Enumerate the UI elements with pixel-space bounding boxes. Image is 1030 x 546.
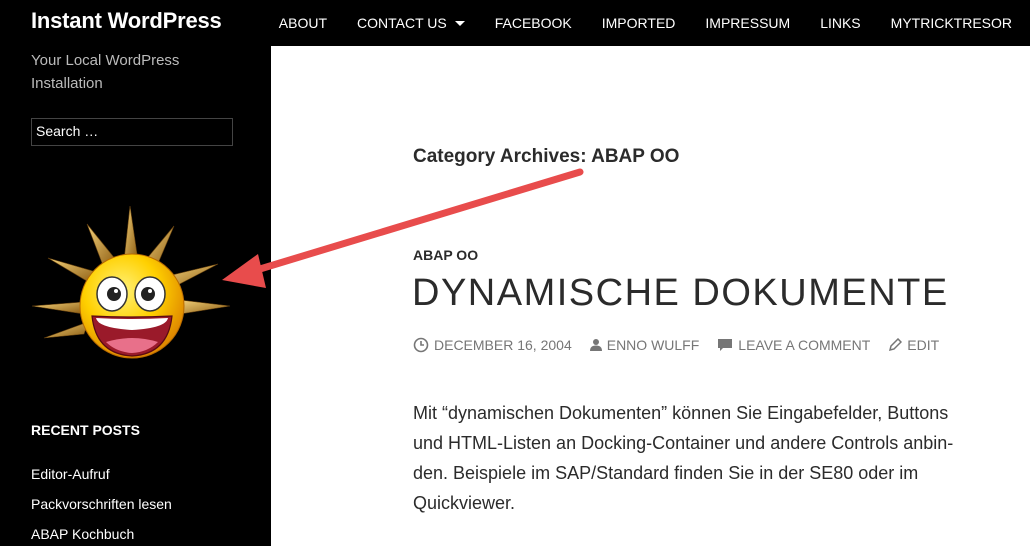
post-author[interactable]: ENNO WULFF — [589, 337, 700, 353]
user-icon — [589, 339, 602, 351]
main-nav: ABOUT CONTACT US FACEBOOK IMPORTED IMPRE… — [249, 0, 1030, 46]
sidebar: Your Local WordPress Installation Search… — [0, 46, 271, 546]
nav-label: ABOUT — [278, 15, 327, 31]
leave-comment-link[interactable]: LEAVE A COMMENT — [717, 337, 870, 353]
nav-item-impressum[interactable]: IMPRESSUM — [705, 15, 790, 31]
excerpt-line: Quickviewer. — [413, 493, 516, 513]
nav-item-mytricktresor[interactable]: MYTRICKTRESOR — [891, 15, 1012, 31]
site-title[interactable]: Instant WordPress — [31, 8, 222, 34]
main-content: Category Archives: ABAP OO ABAP OO DYNAM… — [271, 46, 1030, 546]
edit-label: EDIT — [907, 337, 940, 353]
nav-label: FACEBOOK — [494, 15, 572, 31]
nav-item-links[interactable]: LINKS — [820, 15, 860, 31]
clock-icon — [413, 337, 429, 353]
nav-item-about[interactable]: ABOUT — [279, 15, 327, 31]
excerpt-line: den. Beispiele im SAP/Standard finden Si… — [413, 463, 919, 483]
post-meta: DECEMBER 16, 2004 ENNO WULFF LEAVE A COM… — [413, 337, 957, 353]
recent-post-link[interactable]: Editor-Aufruf — [31, 466, 172, 496]
chevron-down-icon — [454, 20, 465, 26]
leave-comment-label: LEAVE A COMMENT — [738, 337, 871, 353]
smiley-sun-icon — [31, 206, 231, 359]
post-excerpt: Mit “dynamischen Dokumenten” können Sie … — [413, 398, 1013, 518]
archive-title: Category Archives: ABAP OO — [413, 146, 680, 167]
excerpt-line: Mit “dynamischen Dokumenten” können Sie … — [413, 403, 949, 423]
recent-post-link[interactable]: ABAP Kochbuch — [31, 526, 172, 546]
comment-icon — [718, 339, 733, 351]
recent-posts-heading: RECENT POSTS — [31, 422, 140, 438]
nav-item-contact-us[interactable]: CONTACT US — [357, 15, 465, 31]
category-link[interactable]: ABAP OO — [413, 247, 478, 263]
post-date-label: DECEMBER 16, 2004 — [434, 337, 572, 353]
site-tagline: Your Local WordPress Installation — [31, 52, 180, 92]
edit-link[interactable]: EDIT — [888, 337, 939, 353]
post-title[interactable]: DYNAMISCHE DOKUMENTE — [412, 272, 949, 315]
pencil-icon — [889, 338, 903, 352]
nav-label: IMPORTED — [601, 15, 676, 31]
nav-label: LINKS — [820, 15, 861, 31]
post-author-label: ENNO WULFF — [606, 337, 700, 353]
nav-label: MYTRICKTRESOR — [890, 15, 1012, 31]
recent-post-link[interactable]: Packvorschriften lesen — [31, 496, 172, 526]
search-input[interactable]: Search … — [31, 118, 233, 146]
nav-label: IMPRESSUM — [705, 15, 791, 31]
excerpt-line: und HTML-Listen an Docking-Container und… — [413, 433, 954, 453]
nav-item-facebook[interactable]: FACEBOOK — [495, 15, 572, 31]
recent-posts-list: Editor-Aufruf Packvorschriften lesen ABA… — [31, 466, 172, 546]
nav-label: CONTACT US — [357, 15, 447, 31]
top-header: Instant WordPress ABOUT CONTACT US FACEB… — [0, 0, 1030, 46]
nav-item-imported[interactable]: IMPORTED — [602, 15, 676, 31]
post-date[interactable]: DECEMBER 16, 2004 — [413, 337, 572, 353]
